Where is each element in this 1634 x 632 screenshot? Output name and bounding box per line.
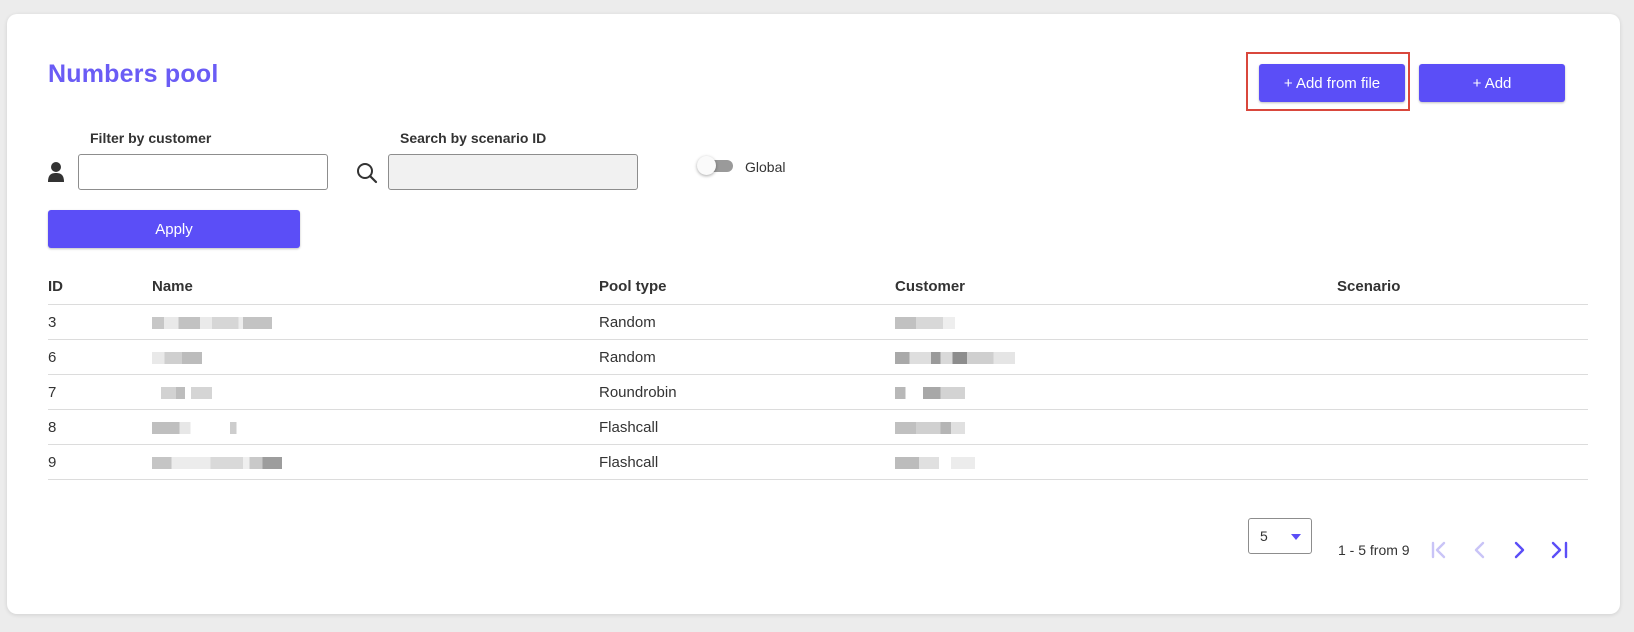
global-toggle-label: Global bbox=[745, 159, 786, 175]
cell-pool-type: Random bbox=[599, 304, 895, 340]
last-page-icon[interactable] bbox=[1548, 539, 1570, 561]
column-header-name[interactable]: Name bbox=[152, 269, 599, 305]
column-header-id[interactable]: ID bbox=[48, 269, 152, 305]
cell-pool-type: Flashcall bbox=[599, 409, 895, 445]
redacted-customer bbox=[895, 421, 965, 434]
cell-customer bbox=[895, 304, 1337, 340]
table-row[interactable]: 7 Roundrobin bbox=[48, 374, 1588, 410]
redacted-name bbox=[152, 386, 212, 399]
next-page-icon[interactable] bbox=[1508, 539, 1530, 561]
cell-id: 6 bbox=[48, 339, 152, 375]
table-header-row: ID Name Pool type Customer Scenario bbox=[48, 269, 1588, 305]
page-title: Numbers pool bbox=[48, 60, 219, 88]
cell-customer bbox=[895, 339, 1337, 375]
redacted-customer bbox=[895, 386, 965, 399]
cell-id: 9 bbox=[48, 444, 152, 480]
cell-pool-type: Flashcall bbox=[599, 444, 895, 480]
customer-filter-input[interactable] bbox=[78, 154, 328, 190]
table-row[interactable]: 6 Random bbox=[48, 339, 1588, 375]
cell-name bbox=[152, 339, 599, 375]
pagination-range: 1 - 5 from 9 bbox=[1338, 542, 1410, 558]
add-from-file-button[interactable]: + Add from file bbox=[1259, 64, 1405, 102]
page-size-select[interactable]: 5 bbox=[1248, 518, 1312, 554]
cell-scenario bbox=[1337, 374, 1588, 410]
previous-page-icon[interactable] bbox=[1469, 539, 1491, 561]
cell-scenario bbox=[1337, 339, 1588, 375]
cell-pool-type: Roundrobin bbox=[599, 374, 895, 410]
cell-scenario bbox=[1337, 304, 1588, 340]
cell-customer bbox=[895, 374, 1337, 410]
table-row[interactable]: 3 Random bbox=[48, 304, 1588, 340]
toggle-knob bbox=[697, 156, 716, 175]
search-scenario-label: Search by scenario ID bbox=[400, 130, 547, 146]
table-row[interactable]: 8 Flashcall bbox=[48, 409, 1588, 445]
first-page-icon[interactable] bbox=[1429, 539, 1451, 561]
cell-pool-type: Random bbox=[599, 339, 895, 375]
redacted-customer bbox=[895, 351, 1015, 364]
table-row[interactable]: 9 Flashcall bbox=[48, 444, 1588, 480]
cell-id: 3 bbox=[48, 304, 152, 340]
cell-id: 7 bbox=[48, 374, 152, 410]
cell-customer bbox=[895, 409, 1337, 445]
cell-name bbox=[152, 409, 599, 445]
cell-name bbox=[152, 444, 599, 480]
cell-name bbox=[152, 304, 599, 340]
apply-button[interactable]: Apply bbox=[48, 210, 300, 248]
user-icon bbox=[48, 162, 64, 182]
caret-down-icon bbox=[1291, 534, 1301, 540]
redacted-customer bbox=[895, 316, 955, 329]
redacted-name bbox=[152, 421, 244, 434]
search-icon bbox=[357, 163, 378, 184]
cell-scenario bbox=[1337, 444, 1588, 480]
redacted-name bbox=[152, 316, 272, 329]
page-size-value: 5 bbox=[1260, 528, 1268, 544]
column-header-customer[interactable]: Customer bbox=[895, 269, 1337, 305]
redacted-customer bbox=[895, 456, 975, 469]
redacted-name bbox=[152, 456, 282, 469]
cell-id: 8 bbox=[48, 409, 152, 445]
column-header-scenario[interactable]: Scenario bbox=[1337, 269, 1588, 305]
global-toggle[interactable] bbox=[697, 155, 737, 177]
column-header-pool-type[interactable]: Pool type bbox=[599, 269, 895, 305]
cell-name bbox=[152, 374, 599, 410]
scenario-search-input[interactable] bbox=[388, 154, 638, 190]
cell-customer bbox=[895, 444, 1337, 480]
numbers-pool-table: ID Name Pool type Customer Scenario 3 Ra… bbox=[48, 269, 1588, 480]
add-button[interactable]: + Add bbox=[1419, 64, 1565, 102]
filter-customer-label: Filter by customer bbox=[90, 130, 212, 146]
numbers-pool-card: Numbers pool + Add from file + Add Filte… bbox=[7, 14, 1620, 614]
redacted-name bbox=[152, 351, 202, 364]
cell-scenario bbox=[1337, 409, 1588, 445]
